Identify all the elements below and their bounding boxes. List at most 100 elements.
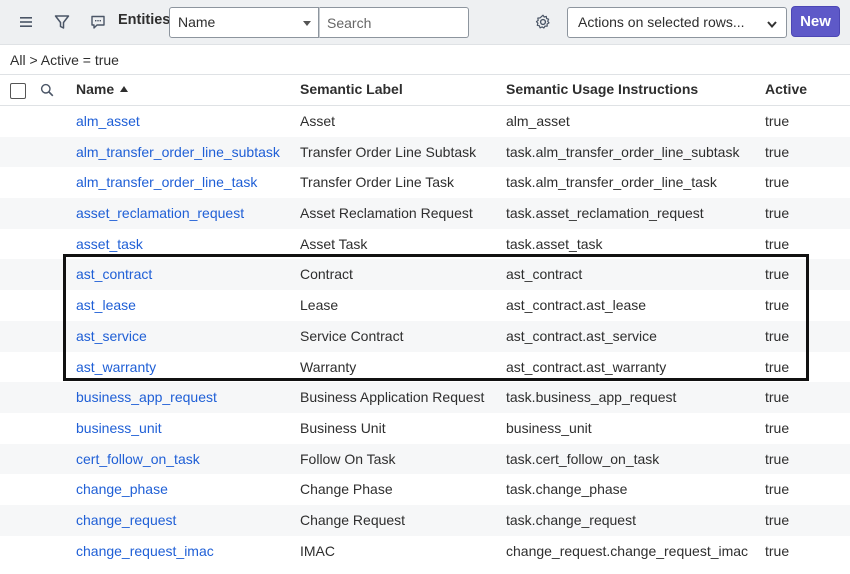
table-row[interactable]: change_request_imac IMAC change_request.ch… [0, 536, 850, 567]
row-name-link[interactable]: change_request_imac [76, 543, 214, 559]
row-name-link[interactable]: alm_transfer_order_line_task [76, 174, 257, 190]
row-name-link[interactable]: change_request [76, 512, 176, 528]
row-usage-instructions: ast_contract [506, 266, 583, 283]
row-usage-instructions: task.cert_follow_on_task [506, 450, 660, 467]
row-usage-instructions: ast_contract.ast_lease [506, 297, 647, 314]
list-toolbar: Entities Name Actions on selected rows..… [0, 0, 850, 45]
row-active: true [765, 143, 790, 160]
row-usage-instructions: task.business_app_request [506, 389, 677, 406]
row-semantic-label: Asset [300, 113, 336, 129]
table-row[interactable]: change_request Change Request task.change_… [0, 504, 850, 536]
table-row[interactable]: change_phase Change Phase task.change_phas… [0, 474, 850, 505]
table-row[interactable]: business_app_request Business Application… [0, 382, 850, 413]
row-active: true [765, 327, 790, 344]
row-semantic-label: IMAC [300, 542, 335, 559]
row-usage-instructions: task.asset_reclamation_request [506, 205, 704, 222]
row-semantic-label: Business Application Request [300, 389, 485, 406]
table-row[interactable]: alm_asset Asset alm_asset true [0, 106, 850, 137]
row-name-link[interactable]: asset_reclamation_request [76, 205, 244, 221]
row-name-link[interactable]: ast_contract [76, 266, 152, 282]
row-active: true [765, 174, 790, 191]
row-active: true [765, 297, 790, 314]
new-button[interactable]: New [791, 6, 840, 37]
row-semantic-label: Asset Reclamation Request [300, 205, 473, 222]
row-name-link[interactable]: business_app_request [76, 389, 217, 405]
row-name-link[interactable]: cert_follow_on_task [76, 451, 200, 467]
search-input[interactable] [319, 7, 469, 38]
row-active: true [765, 358, 790, 375]
caret-down-icon [303, 21, 311, 26]
row-active: true [765, 205, 790, 222]
actions-select-value: Actions on selected rows... [578, 14, 745, 30]
table-body: alm_asset Asset alm_asset true alm_transfer_… [0, 106, 850, 566]
row-active: true [765, 419, 790, 436]
table-row[interactable]: alm_transfer_order_line_subtask Transfer … [0, 136, 850, 168]
select-all-checkbox[interactable] [10, 83, 26, 99]
row-semantic-label: Transfer Order Line Task [300, 174, 455, 191]
sort-ascending-icon [120, 86, 129, 92]
row-semantic-label: Warranty [300, 358, 357, 375]
row-semantic-label: Transfer Order Line Subtask [300, 143, 477, 160]
row-usage-instructions: task.alm_transfer_order_line_subtask [506, 143, 740, 160]
row-name-link[interactable]: ast_service [76, 328, 147, 344]
table-row[interactable]: alm_transfer_order_line_task Transfer Ord… [0, 167, 850, 198]
table-row[interactable]: cert_follow_on_task Follow On Task task.ce… [0, 443, 850, 475]
row-active: true [765, 266, 790, 283]
list-title: Entities [118, 12, 171, 28]
row-active: true [765, 113, 790, 129]
row-usage-instructions: ast_contract.ast_service [506, 327, 657, 344]
row-semantic-label: Change Request [300, 511, 406, 528]
search-icon[interactable] [40, 83, 54, 100]
row-semantic-label: Follow On Task [300, 450, 396, 467]
table-row[interactable]: ast_warranty Warranty ast_contract.ast_war… [0, 352, 850, 383]
column-header-active[interactable]: Active [765, 81, 807, 97]
chat-icon[interactable] [86, 11, 110, 33]
row-usage-instructions: ast_contract.ast_warranty [506, 358, 667, 375]
row-usage-instructions: task.change_request [506, 511, 636, 528]
row-semantic-label: Asset Task [300, 235, 368, 252]
filter-icon[interactable] [50, 11, 74, 33]
row-usage-instructions: change_request.change_request_imac [506, 542, 749, 559]
row-usage-instructions: task.alm_transfer_order_line_task [506, 174, 717, 191]
row-name-link[interactable]: change_phase [76, 481, 168, 497]
row-name-link[interactable]: business_unit [76, 420, 162, 436]
column-header-semantic-label[interactable]: Semantic Label [300, 81, 403, 97]
row-usage-instructions: task.asset_task [506, 235, 603, 252]
breadcrumb[interactable]: All > Active = true [10, 52, 119, 68]
row-active: true [765, 542, 790, 559]
row-name-link[interactable]: asset_task [76, 236, 143, 252]
column-header-usage[interactable]: Semantic Usage Instructions [506, 81, 698, 97]
search-field-select[interactable]: Name [169, 7, 319, 38]
table-row[interactable]: ast_service Service Contract ast_contract.… [0, 320, 850, 352]
table-row[interactable]: asset_task Asset Task task.asset_task true [0, 229, 850, 260]
row-active: true [765, 481, 790, 498]
row-usage-instructions: business_unit [506, 419, 592, 436]
table-row[interactable]: business_unit Business Unit business_unit t… [0, 413, 850, 444]
row-usage-instructions: task.change_phase [506, 481, 628, 498]
row-semantic-label: Business Unit [300, 419, 386, 436]
row-active: true [765, 450, 790, 467]
gear-icon[interactable] [531, 11, 555, 33]
row-active: true [765, 389, 790, 406]
table-row[interactable]: ast_contract Contract ast_contract true [0, 259, 850, 291]
row-semantic-label: Service Contract [300, 327, 404, 344]
chevron-down-icon [766, 17, 778, 33]
search-field-value: Name [178, 14, 216, 30]
column-header-name[interactable]: Name [76, 81, 129, 97]
menu-icon[interactable] [14, 11, 38, 33]
actions-select[interactable]: Actions on selected rows... [567, 7, 787, 38]
row-semantic-label: Change Phase [300, 481, 393, 498]
row-name-link[interactable]: alm_asset [76, 113, 140, 129]
row-name-link[interactable]: ast_lease [76, 297, 136, 313]
row-usage-instructions: alm_asset [506, 113, 570, 129]
row-name-link[interactable]: ast_warranty [76, 359, 156, 375]
row-semantic-label: Contract [300, 266, 353, 283]
row-name-link[interactable]: alm_transfer_order_line_subtask [76, 144, 280, 160]
table-header: Name Semantic Label Semantic Usage Instr… [0, 75, 850, 106]
row-active: true [765, 235, 790, 252]
column-header-name-label: Name [76, 81, 115, 97]
row-semantic-label: Lease [300, 297, 339, 314]
table-row[interactable]: asset_reclamation_request Asset Reclamati… [0, 198, 850, 229]
table-row[interactable]: ast_lease Lease ast_contract.ast_lease true [0, 290, 850, 321]
row-active: true [765, 511, 790, 528]
